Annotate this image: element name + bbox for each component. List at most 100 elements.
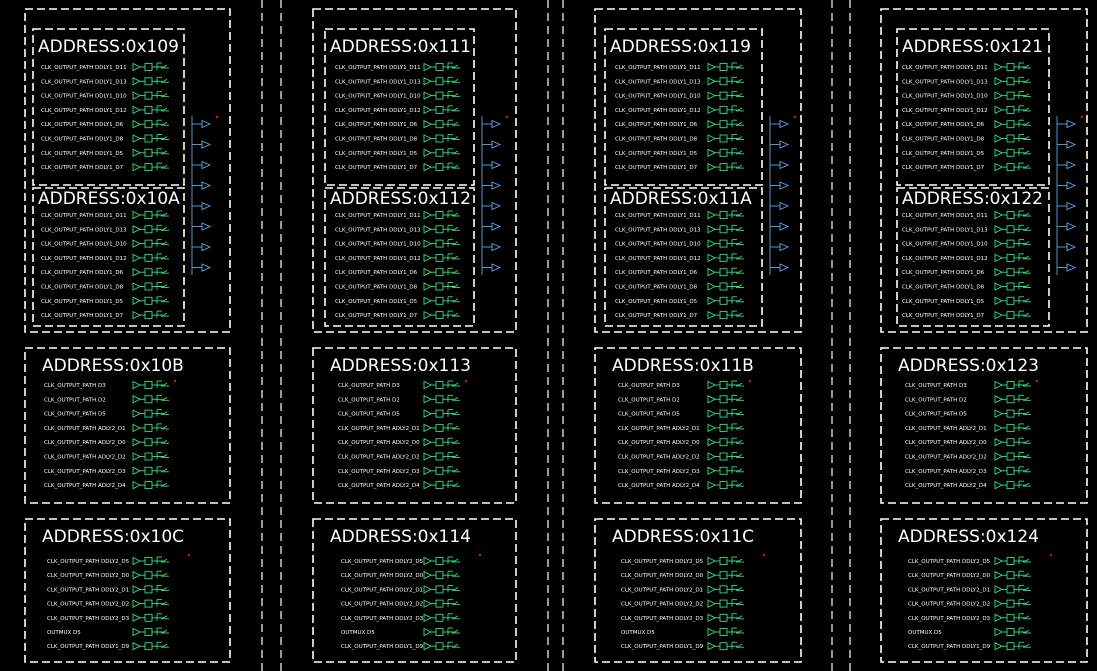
- gate-symbol: [707, 267, 744, 277]
- gate-symbol: [132, 282, 169, 291]
- gate-symbol: [132, 627, 169, 637]
- output-bus: [769, 116, 790, 275]
- gate-symbol: [423, 627, 460, 637]
- signal-label: CLK_OUTPUT_PATH DDLY2_D1: [908, 587, 990, 593]
- signal-label: OUTMUX D5: [908, 630, 942, 636]
- signal-label: CLK_OUTPUT_PATH DDLY1_D10: [41, 94, 127, 100]
- signal-label: CLK_OUTPUT_PATH DDLY1_D5: [41, 299, 124, 305]
- gate-symbol: [994, 480, 1031, 490]
- signal-label: CLK_OUTPUT_PATH DDLY1_D10: [335, 94, 421, 100]
- gate-symbol: [994, 76, 1031, 86]
- gate-symbol: [994, 162, 1031, 172]
- signal-label: CLK_OUTPUT_PATH DDLY1_D8: [335, 137, 418, 143]
- signal-label: CLK_OUTPUT_PATH DDLY1_D6: [41, 270, 124, 276]
- signal-label: CLK_OUTPUT_PATH DDLY1_D10: [615, 94, 701, 100]
- signal-label: CLK_OUTPUT_PATH ADLY2_D3: [44, 469, 126, 475]
- gate-symbol: [707, 423, 744, 433]
- gate-symbol: [707, 119, 744, 129]
- gate-symbol: [132, 119, 169, 129]
- signal-label: CLK_OUTPUT_PATH DDLY2_D1: [621, 587, 703, 593]
- address-block: ADDRESS:0x109 CLK_OUTPUT_PATH DDLY1_D11 CL…: [32, 28, 185, 186]
- gate-symbol: [423, 480, 460, 490]
- signal-label: CLK_OUTPUT_PATH ADLY2_D3: [905, 469, 987, 475]
- address-block: ADDRESS:0x11B CLK_OUTPUT_PATH D3 CLK_OUTPU…: [594, 347, 802, 504]
- marker-dot: [748, 379, 752, 383]
- signal-label: CLK_OUTPUT_PATH DDLY1_D12: [615, 108, 701, 114]
- signal-label: CLK_OUTPUT_PATH DDLY2_D0: [908, 573, 991, 579]
- signal-label: CLK_OUTPUT_PATH DDLY1_D13: [615, 79, 701, 85]
- signal-label: CLK_OUTPUT_PATH DDLY1_D7: [41, 165, 124, 171]
- signal-label: CLK_OUTPUT_PATH DDLY1_D5: [902, 151, 985, 157]
- gate-symbol: [707, 437, 744, 447]
- gate-symbol: [132, 162, 169, 172]
- address-title: ADDRESS:0x11B: [612, 356, 754, 376]
- signal-label: CLK_OUTPUT_PATH DDLY1_D13: [41, 79, 127, 85]
- signal-label: OUTMUX D5: [47, 630, 81, 636]
- signal-label: CLK_OUTPUT_PATH DDLY1_D11: [615, 65, 701, 71]
- address-title: ADDRESS:0x122: [902, 189, 1043, 209]
- gate-symbol: [994, 134, 1031, 143]
- gate-symbol: [707, 409, 744, 418]
- gate-symbol: [994, 599, 1031, 608]
- signal-label: CLK_OUTPUT_PATH D3: [44, 383, 106, 389]
- signal-label: CLK_OUTPUT_PATH DDLY2_D5: [621, 559, 704, 565]
- signal-label: CLK_OUTPUT_PATH ADLY2_D0: [905, 440, 987, 446]
- gate-symbol: [423, 380, 460, 390]
- signal-label: CLK_OUTPUT_PATH ADLY2_D0: [618, 440, 700, 446]
- gate-symbol: [707, 210, 744, 220]
- gate-symbol: [132, 599, 169, 608]
- gate-symbol: [423, 570, 460, 580]
- signal-label: CLK_OUTPUT_PATH DDLY1_D8: [902, 137, 985, 143]
- gate-symbol: [994, 409, 1031, 418]
- signal-label: CLK_OUTPUT_PATH ADLY2_D2: [44, 455, 126, 461]
- signal-label: CLK_OUTPUT_PATH DDLY1_D13: [41, 227, 127, 233]
- signal-label: CLK_OUTPUT_PATH DDLY1_D7: [335, 313, 418, 319]
- gate-symbol: [132, 452, 169, 461]
- signal-label: CLK_OUTPUT_PATH DDLY1_D13: [335, 227, 421, 233]
- signal-label: CLK_OUTPUT_PATH DDLY1_D12: [615, 256, 701, 262]
- gate-symbol: [994, 282, 1031, 291]
- signal-label: CLK_OUTPUT_PATH DDLY1_D6: [615, 270, 698, 276]
- gate-symbol: [707, 91, 744, 100]
- gate-symbol: [423, 584, 460, 594]
- gate-symbol: [423, 409, 460, 418]
- gate-symbol: [994, 613, 1031, 623]
- gate-symbol: [994, 627, 1031, 637]
- signal-label: CLK_OUTPUT_PATH DDLY1_D9: [621, 644, 704, 650]
- gate-symbol: [132, 310, 169, 320]
- signal-label: CLK_OUTPUT_PATH DDLY1_D5: [902, 299, 985, 305]
- signal-label: CLK_OUTPUT_PATH DDLY2_D2: [908, 602, 990, 608]
- signal-label: CLK_OUTPUT_PATH DDLY1_D5: [615, 151, 698, 157]
- gate-symbol: [707, 105, 744, 115]
- signal-label: CLK_OUTPUT_PATH DDLY1_D8: [615, 137, 698, 143]
- gate-symbol: [132, 148, 169, 158]
- address-title: ADDRESS:0x112: [330, 189, 471, 209]
- gate-symbol: [132, 437, 169, 447]
- gate-symbol: [132, 584, 169, 594]
- gate-symbol: [994, 394, 1031, 404]
- gate-symbol: [423, 466, 460, 476]
- signal-label: CLK_OUTPUT_PATH DDLY2_D5: [908, 559, 991, 565]
- signal-label: CLK_OUTPUT_PATH DDLY1_D5: [335, 299, 418, 305]
- gate-symbol: [707, 641, 744, 651]
- address-title: ADDRESS:0x10B: [42, 356, 184, 376]
- signal-label: CLK_OUTPUT_PATH ADLY2_D1: [618, 426, 700, 432]
- gate-symbol: [707, 310, 744, 320]
- gate-symbol: [132, 239, 169, 248]
- signal-label: CLK_OUTPUT_PATH DDLY1_D8: [335, 285, 418, 291]
- signal-label: CLK_OUTPUT_PATH DDLY1_D5: [335, 151, 418, 157]
- marker-dot: [793, 115, 797, 119]
- marker-dot: [505, 115, 509, 119]
- marker-dot: [187, 553, 191, 557]
- address-block: ADDRESS:0x10B CLK_OUTPUT_PATH D3 CLK_OUTPU…: [24, 347, 231, 504]
- marker-dot: [762, 553, 766, 557]
- gate-symbol: [423, 452, 460, 461]
- gate-symbol: [994, 62, 1031, 72]
- gate-symbol: [132, 253, 169, 263]
- signal-label: CLK_OUTPUT_PATH DDLY2_D3: [908, 616, 991, 622]
- signal-label: OUTMUX D5: [341, 630, 375, 636]
- signal-label: CLK_OUTPUT_PATH DDLY2_D5: [47, 559, 130, 565]
- marker-dot: [1080, 115, 1084, 119]
- gate-symbol: [994, 210, 1031, 220]
- signal-label: CLK_OUTPUT_PATH DDLY1_D13: [902, 79, 988, 85]
